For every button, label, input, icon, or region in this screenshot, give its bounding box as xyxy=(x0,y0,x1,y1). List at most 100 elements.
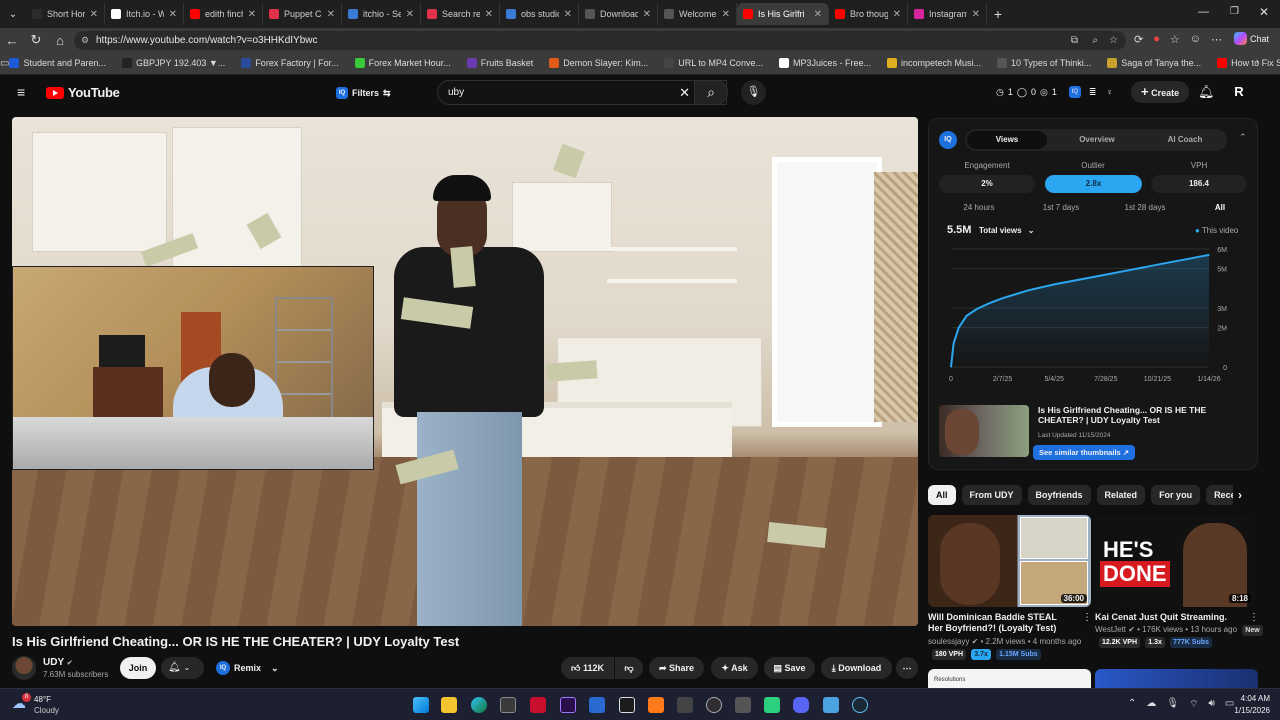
tab-close-icon[interactable]: ✕ xyxy=(893,9,901,20)
download-button[interactable]: ⤓ Download xyxy=(821,657,892,679)
profile-icon[interactable]: ☺ xyxy=(1190,33,1201,46)
new-tab-button[interactable]: + xyxy=(987,6,1009,22)
tab-close-icon[interactable]: ✕ xyxy=(90,9,98,20)
filter-chip[interactable]: Recently uplo xyxy=(1206,485,1233,505)
rec1-channel-meta[interactable]: soulessjayy ✔ • 2.2M views • 4 months ag… xyxy=(928,637,1081,646)
rec-title-2[interactable]: Kai Cenat Just Quit Streaming. xyxy=(1095,612,1245,623)
zoom-icon[interactable]: ⌕ xyxy=(1092,31,1098,50)
tab-close-icon[interactable]: ✕ xyxy=(564,9,572,20)
tab-close-icon[interactable]: ✕ xyxy=(643,9,651,20)
bookmark-item[interactable]: Student and Paren... xyxy=(9,58,106,68)
like-button[interactable]: 👍︎ 112K xyxy=(561,657,614,679)
clock[interactable]: 4:04 AM 1/15/2026 xyxy=(1224,693,1270,717)
rec1-more-icon[interactable]: ⋮ xyxy=(1082,612,1092,623)
store-icon[interactable] xyxy=(500,697,516,713)
browser-tab[interactable]: Bro thought he ✕ xyxy=(829,3,908,25)
rec-title-1[interactable]: Will Dominican Baddie STEAL Her Boyfrien… xyxy=(928,612,1068,634)
url-field[interactable]: ⚙ https://www.youtube.com/watch?v=o3HHKd… xyxy=(74,31,1126,50)
browser-tab[interactable]: Short Horror Ga ✕ xyxy=(26,3,105,25)
tab-close-icon[interactable]: ✕ xyxy=(327,9,335,20)
browser-tab[interactable]: Instagram ✕ xyxy=(908,3,987,25)
range-all[interactable]: All xyxy=(1205,203,1235,212)
browser-tab[interactable]: edith finch - Yo ✕ xyxy=(184,3,263,25)
channel-avatar[interactable] xyxy=(12,656,36,680)
restore-button[interactable]: ❐ xyxy=(1230,6,1239,17)
app-icon-13[interactable] xyxy=(764,697,780,713)
bookmark-item[interactable]: Demon Slayer: Kim... xyxy=(549,58,648,68)
browser-tab[interactable]: Is His Girlfri ✕ xyxy=(737,3,829,25)
start-button[interactable] xyxy=(413,697,429,713)
search-button[interactable]: ⌕ xyxy=(694,80,728,105)
remix-button[interactable]: IQ Remix ⌄ xyxy=(210,657,285,679)
collapse-chevron-icon[interactable]: ⌃ xyxy=(1239,132,1247,143)
browser-tab[interactable]: Itch.io - Wikipe ✕ xyxy=(105,3,184,25)
file-explorer-icon[interactable] xyxy=(441,697,457,713)
range-28d[interactable]: 1st 28 days xyxy=(1113,203,1177,212)
mcafee-icon[interactable] xyxy=(530,697,546,713)
tab-close-icon[interactable]: ✕ xyxy=(248,9,256,20)
app-icon-10[interactable] xyxy=(677,697,693,713)
see-similar-thumbnails-button[interactable]: See similar thumbnails ↗ xyxy=(1033,445,1136,460)
voice-search-icon[interactable]: 🎙 xyxy=(741,80,766,105)
youtube-logo[interactable]: YouTube xyxy=(46,85,120,100)
bookmarks-overflow-icon[interactable]: › xyxy=(1256,56,1259,66)
bookmark-item[interactable]: incompetech Musi... xyxy=(886,58,981,68)
iq-related-title[interactable]: Is His Girlfriend Cheating... OR IS HE T… xyxy=(1038,405,1250,425)
filters-button[interactable]: IQ Filters ⇆ xyxy=(330,83,397,103)
rec2-more-icon[interactable]: ⋮ xyxy=(1249,612,1259,623)
metric-value-outlier[interactable]: 2.8x xyxy=(1045,175,1142,193)
tab-close-icon[interactable]: ✕ xyxy=(169,9,177,20)
tab-search-icon[interactable]: ⌄ xyxy=(0,9,26,20)
rec-thumb-2[interactable]: HE'S DONE 8:18 xyxy=(1095,515,1255,607)
weather-widget[interactable]: ☁ 8 48°F Cloudy xyxy=(10,693,90,719)
notification-bell-dropdown[interactable]: 🔔︎ ⌄ xyxy=(161,657,204,679)
video-player[interactable] xyxy=(12,117,918,626)
system-tray[interactable]: ⌃ ☁ 🎙 ⌔ 🔊︎ ▭ xyxy=(1128,698,1234,711)
minimize-button[interactable]: — xyxy=(1198,6,1209,18)
filter-chip[interactable]: All xyxy=(928,485,956,505)
browser-tab[interactable]: Search results ✕ xyxy=(421,3,500,25)
iq-tab-views[interactable]: Views xyxy=(967,131,1047,149)
bookmark-item[interactable]: Fruits Basket xyxy=(466,58,533,68)
bookmark-star-icon[interactable]: ☆ xyxy=(1109,31,1118,50)
iq-tab-overview[interactable]: Overview xyxy=(1057,131,1137,149)
channel-name[interactable]: UDY ✔ xyxy=(43,657,73,668)
iq-related-thumb[interactable] xyxy=(939,405,1029,457)
chips-next-icon[interactable]: › xyxy=(1238,488,1242,502)
browser-tab[interactable]: itchio - Search ✕ xyxy=(342,3,421,25)
site-info-icon[interactable]: ⚙ xyxy=(81,31,89,50)
close-window-button[interactable]: ✕ xyxy=(1259,5,1269,19)
metric-value-vph[interactable]: 186.4 xyxy=(1151,175,1247,193)
puzzle-icon[interactable]: ⟳ xyxy=(1134,33,1143,46)
bookmark-item[interactable]: MP3Juices - Free... xyxy=(778,58,871,68)
app-icon-7[interactable] xyxy=(589,697,605,713)
range-7d[interactable]: 1st 7 days xyxy=(1029,203,1093,212)
rec-thumb-4[interactable] xyxy=(1095,669,1258,688)
youtube-ext-icon[interactable]: ● xyxy=(1153,33,1160,46)
bookmark-item[interactable]: How to Fix Screen... xyxy=(1217,58,1280,68)
browser-tab[interactable]: Puppet Combo ✕ xyxy=(263,3,342,25)
iq-stats-group[interactable]: ◷ 1 ◯ 0 ◎ 1 IQ ≣ ♀ xyxy=(996,86,1113,98)
edge-icon[interactable] xyxy=(471,697,487,713)
premiere-icon[interactable] xyxy=(560,697,576,713)
notifications-bell-icon[interactable]: 🔔︎ xyxy=(1198,84,1215,100)
range-24h[interactable]: 24 hours xyxy=(949,203,1009,212)
hamburger-menu-icon[interactable]: ≡ xyxy=(17,84,25,100)
join-button[interactable]: Join xyxy=(120,657,156,679)
bookmarks-icon[interactable]: ▭ xyxy=(0,58,9,69)
total-views-dropdown[interactable]: Total views ⌄ xyxy=(979,226,1034,235)
app-icon-8[interactable] xyxy=(619,697,635,713)
menu-icon[interactable]: ⋯ xyxy=(1211,33,1222,46)
install-app-icon[interactable]: ⧉ xyxy=(1071,31,1078,50)
bookmark-item[interactable]: GBPJPY 192.403 ▼... xyxy=(122,58,225,68)
search-input[interactable]: uby ✕ xyxy=(437,80,727,105)
tab-close-icon[interactable]: ✕ xyxy=(972,9,980,20)
create-button[interactable]: + Create xyxy=(1131,81,1190,103)
back-icon[interactable]: ← xyxy=(0,33,24,48)
metric-value-engagement[interactable]: 2% xyxy=(939,175,1035,193)
browser-tab[interactable]: Download | OB ✕ xyxy=(579,3,658,25)
filter-chip[interactable]: For you xyxy=(1151,485,1201,505)
filter-chip[interactable]: From UDY xyxy=(961,485,1022,505)
browser-tab[interactable]: obs studio - Se ✕ xyxy=(500,3,579,25)
home-icon[interactable]: ⌂ xyxy=(48,33,72,48)
